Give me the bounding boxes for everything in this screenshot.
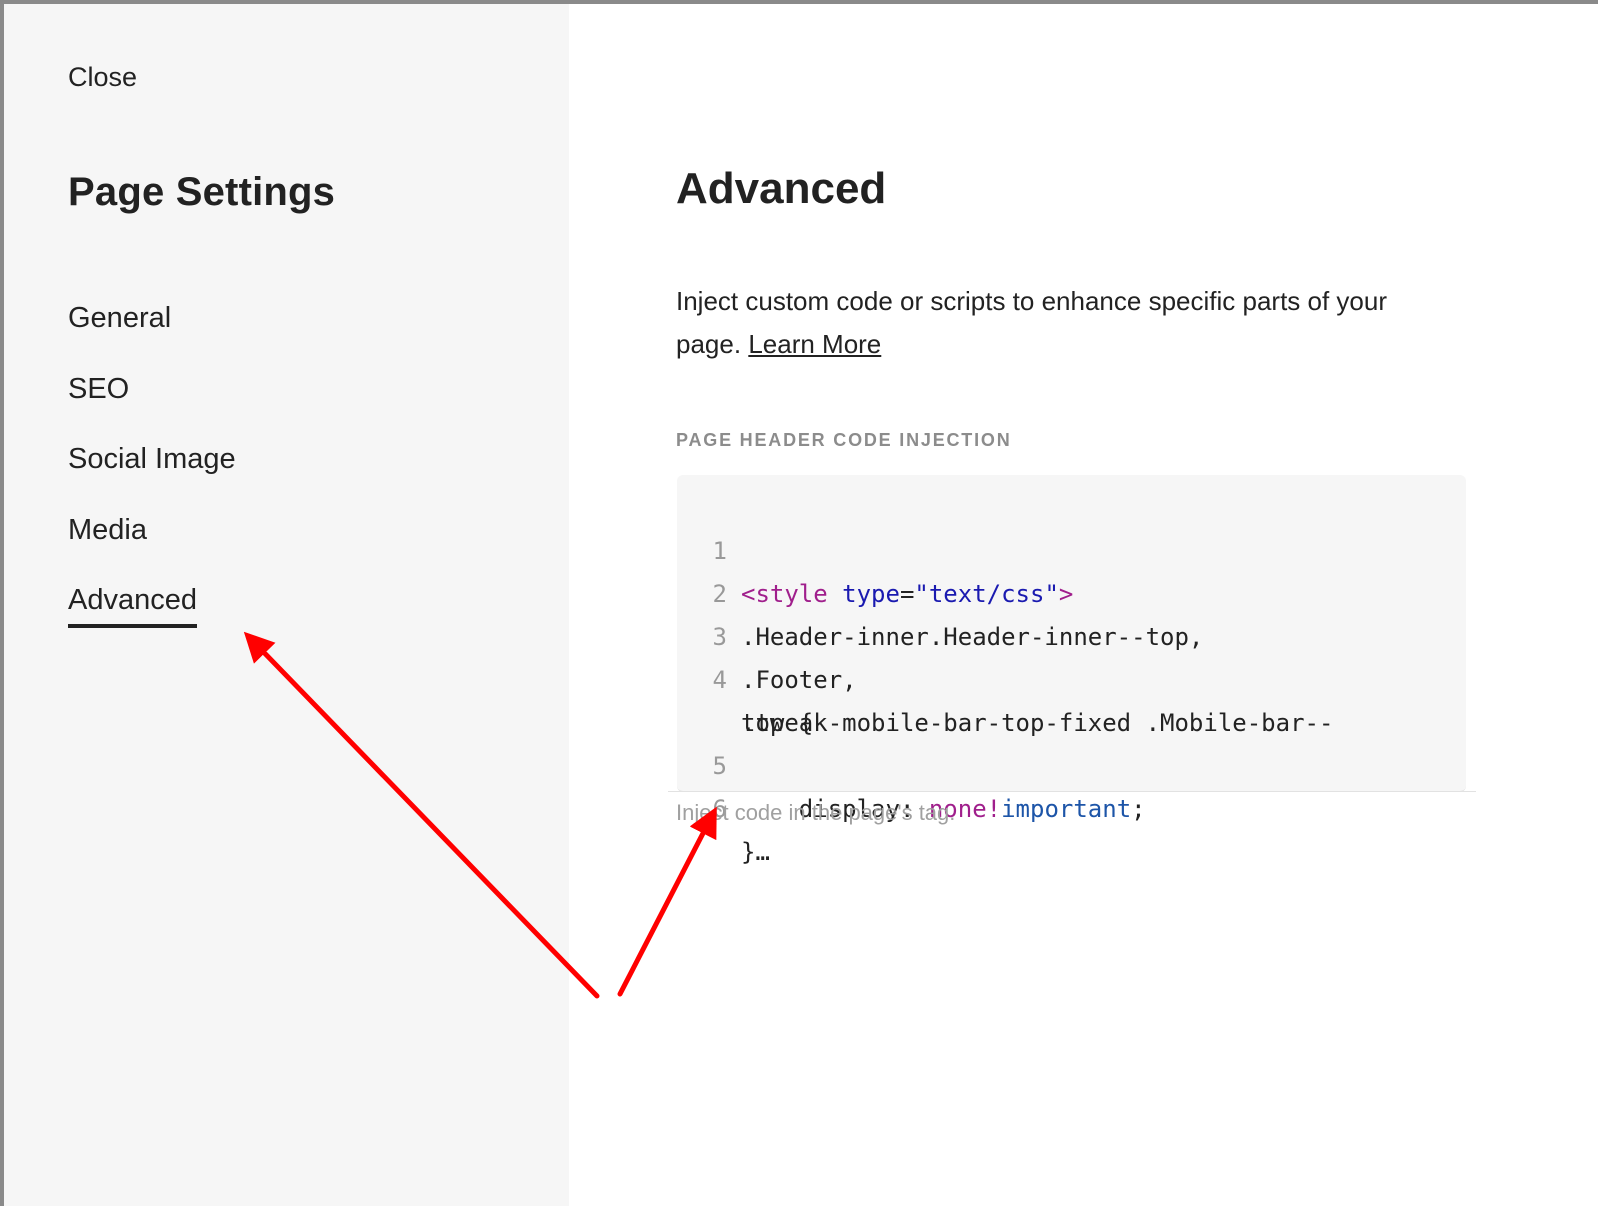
nav-item-label: Media — [68, 513, 147, 546]
code-line: 2 .Header-inner.Header-inner--top, — [677, 530, 1204, 651]
code-text: }… — [741, 838, 770, 866]
code-editor[interactable]: 1 <style type="text/css"> 2 .Header-inne… — [677, 475, 1466, 866]
panel-title: Advanced — [676, 164, 887, 213]
code-token: important — [1001, 795, 1132, 823]
nav-item-seo[interactable]: SEO — [68, 367, 236, 438]
nav-item-label: Advanced — [68, 578, 197, 628]
code-token: ; — [1131, 795, 1146, 823]
code-line-wrap: top { — [677, 659, 813, 737]
nav-item-label: General — [68, 302, 172, 334]
settings-sidebar: Close Page Settings General SEO Social I… — [4, 4, 569, 1206]
nav-item-advanced[interactable]: Advanced — [68, 578, 236, 649]
code-token: > — [1058, 580, 1074, 608]
nav-item-label: SEO — [68, 372, 130, 405]
close-button[interactable]: Close — [68, 62, 137, 93]
panel-description: Inject custom code or scripts to enhance… — [676, 280, 1446, 366]
code-text: .Header-inner.Header-inner--top, — [741, 623, 1204, 651]
nav-item-general[interactable]: General — [68, 296, 236, 367]
code-line: 6 }… — [677, 745, 770, 866]
field-divider — [668, 791, 1476, 792]
settings-nav: General SEO Social Image Media Advanced — [68, 296, 236, 649]
code-token: = — [899, 580, 915, 608]
field-hint: Inject code in the page's tag. — [676, 800, 956, 825]
code-line: 4 .tweak-mobile-bar-top-fixed .Mobile-ba… — [677, 616, 1334, 737]
code-token: ! — [986, 795, 1002, 823]
settings-panel: Advanced Inject custom code or scripts t… — [569, 4, 1598, 1206]
code-token: "text/css" — [914, 580, 1059, 608]
code-line: 1 <style type="text/css"> — [677, 487, 1074, 608]
sidebar-title: Page Settings — [68, 170, 336, 214]
code-line: 5 display: none!important; — [677, 702, 1146, 823]
code-token: type — [842, 580, 900, 608]
nav-item-social-image[interactable]: Social Image — [68, 437, 236, 508]
nav-item-media[interactable]: Media — [68, 508, 236, 579]
code-text: .tweak-mobile-bar-top-fixed .Mobile-bar-… — [741, 709, 1334, 737]
learn-more-link[interactable]: Learn More — [748, 329, 881, 359]
code-text: <style type="text/css"> — [741, 573, 1073, 616]
code-injection-label: PAGE HEADER CODE INJECTION — [676, 430, 1012, 450]
code-line: 3 .Footer, — [677, 573, 857, 694]
nav-item-label: Social Image — [68, 443, 236, 475]
